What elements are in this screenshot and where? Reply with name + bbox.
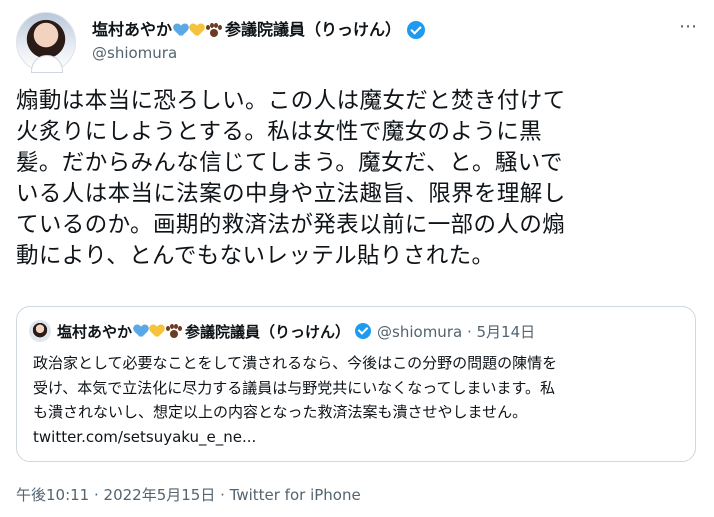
paw-print-icon	[206, 22, 223, 38]
blue-heart-icon	[134, 325, 148, 338]
quoted-tweet-line: 受け、本気で立法化に尽力する議員は与野党共にいなくなってしまいます。私	[33, 378, 556, 397]
tweet-header: 塩村あやか 参議院議員（りっけん） @shiomura ⋯	[16, 12, 698, 73]
quoted-tweet-line: も潰されないし、想定以上の内容となった救済法案も潰させやしません。	[33, 403, 528, 421]
more-options-icon[interactable]: ⋯	[679, 16, 698, 37]
tweet-text: 煽動は本当に恐ろしい。この人は魔女だと焚き付けて 火炙りにしようとする。私は女性…	[16, 86, 706, 272]
quoted-tweet-header: 塩村あやか 参議院議員（りっけん） @shiomura · 5月14日	[29, 319, 535, 343]
quoted-tweet-text: 政治家として必要なことをして潰されるなら、今後はこの分野の問題の陳情を 受け、本…	[33, 351, 683, 449]
author-display-name[interactable]: 塩村あやか	[92, 19, 172, 41]
verified-badge-icon	[407, 21, 426, 39]
yellow-heart-icon	[190, 24, 204, 37]
author-name-row[interactable]: 塩村あやか 参議院議員（りっけん）	[92, 18, 426, 42]
author-avatar[interactable]	[16, 12, 76, 73]
quoted-author-display-name[interactable]: 塩村あやか	[57, 321, 132, 342]
quoted-tweet-line: 政治家として必要なことをして潰されるなら、今後はこの分野の問題の陳情を	[33, 354, 558, 372]
tweet-text-line: 動により、とんでもないレッテル貼りされた。	[16, 243, 495, 269]
author-handle[interactable]: @shiomura	[92, 44, 177, 62]
yellow-heart-icon	[150, 325, 164, 338]
tweet-text-line: 髪。だからみんな信じてしまう。魔女だ、と。騒いで	[16, 150, 563, 176]
quoted-author-title[interactable]: 参議院議員（りっけん）	[185, 321, 350, 342]
paw-print-icon	[166, 323, 183, 339]
tweet-text-line: 火炙りにしようとする。私は女性で魔女のように黒	[16, 119, 543, 145]
quoted-author-avatar[interactable]	[29, 320, 51, 342]
quoted-tweet-card[interactable]: 塩村あやか 参議院議員（りっけん） @shiomura · 5月14日 政治家と…	[16, 306, 696, 462]
author-title[interactable]: 参議院議員（りっけん）	[225, 19, 401, 41]
tweet-timestamp[interactable]: 午後10:11 · 2022年5月15日 · Twitter for iPhon…	[16, 484, 361, 505]
quoted-tweet-link[interactable]: twitter.com/setsuyaku_e_ne...	[33, 425, 683, 450]
tweet-text-line: 煽動は本当に恐ろしい。この人は魔女だと焚き付けて	[16, 88, 566, 114]
quoted-tweet-meta[interactable]: @shiomura · 5月14日	[377, 321, 535, 342]
blue-heart-icon	[174, 24, 188, 37]
tweet-text-line: いる人は本当に法案の中身や立法趣旨、限界を理解し	[16, 181, 566, 207]
verified-badge-icon	[355, 323, 372, 339]
tweet-text-line: ているのか。画期的救済法が発表以前に一部の人の煽	[16, 212, 566, 238]
